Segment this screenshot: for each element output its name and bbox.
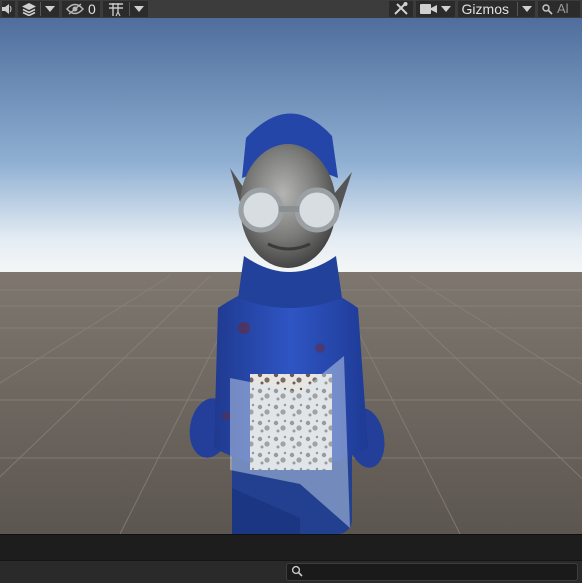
scene-render <box>0 18 582 534</box>
search-icon <box>291 565 303 577</box>
gizmos-dropdown[interactable]: Gizmos <box>457 1 535 17</box>
hidden-count: 0 <box>88 1 96 17</box>
scene-visibility-toggle[interactable]: 0 <box>62 1 100 17</box>
search-icon <box>542 3 553 15</box>
audio-toggle[interactable] <box>2 1 15 17</box>
chevron-down-icon <box>45 6 55 12</box>
layers-icon <box>22 2 36 16</box>
scene-view-toolbar: 0 Gizmos Al <box>0 0 582 18</box>
tools-icon <box>393 2 408 15</box>
chevron-down-icon <box>522 6 532 12</box>
camera-settings-dropdown[interactable] <box>415 1 455 17</box>
status-strip <box>0 534 582 561</box>
grid-icon <box>108 2 123 16</box>
scene-viewport[interactable] <box>0 18 582 534</box>
gizmos-label: Gizmos <box>461 1 509 17</box>
chevron-down-icon <box>440 6 451 12</box>
effects-dropdown[interactable] <box>18 1 59 17</box>
tools-toggle[interactable] <box>388 1 413 17</box>
hierarchy-search-box[interactable] <box>286 563 578 582</box>
scene-search-field[interactable]: Al <box>538 1 580 17</box>
grid-snapping-dropdown[interactable] <box>102 1 148 17</box>
hierarchy-search-input[interactable] <box>305 564 577 582</box>
eye-hidden-icon <box>66 3 84 15</box>
scene-search-text: Al <box>557 1 569 16</box>
speaker-icon <box>2 4 12 14</box>
hierarchy-search-bar <box>0 560 582 583</box>
camera-icon <box>419 4 437 14</box>
chevron-down-icon <box>133 6 144 12</box>
